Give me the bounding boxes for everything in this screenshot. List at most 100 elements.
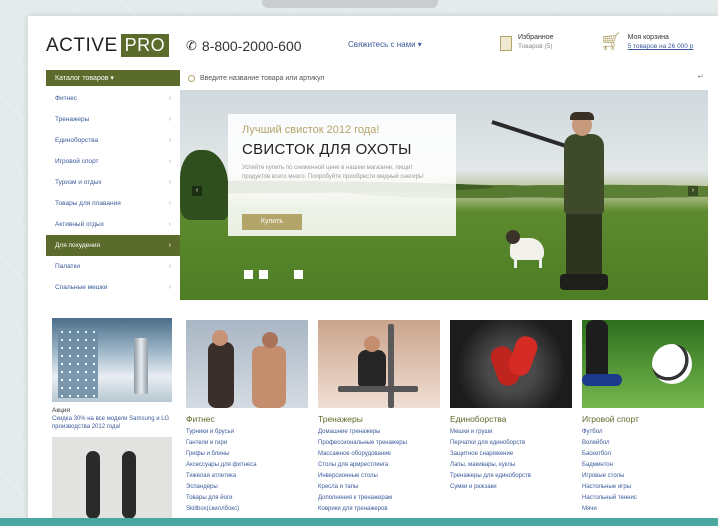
category-link[interactable]: Защитное снаряжение xyxy=(450,451,572,457)
category-link[interactable]: Профессиональные тренажеры xyxy=(318,440,440,446)
promo-bottle-image xyxy=(134,338,148,394)
sidebar-item-label: Единоборства xyxy=(55,137,99,144)
machine-bench xyxy=(338,386,418,392)
chevron-right-icon: › xyxy=(168,200,171,207)
sidebar-item-game-sport[interactable]: Игровой спорт › xyxy=(46,151,180,172)
soccer-ball xyxy=(652,344,692,384)
category-link[interactable]: Skillbox(скиллбокс) xyxy=(186,506,308,512)
sidebar-item-label: Фитнес xyxy=(55,95,78,102)
callback-link[interactable]: Свяжитесь с нами ▾ xyxy=(348,40,422,49)
category-image-martial-arts[interactable] xyxy=(450,320,572,408)
sidebar-item-active-rest[interactable]: Активный отдых › xyxy=(46,214,180,235)
sidebar-item-weight-loss[interactable]: Для похудения › xyxy=(46,235,180,256)
category-link[interactable]: Игровые столы xyxy=(582,473,704,479)
category-link[interactable]: Коврики для тренажеров xyxy=(318,506,440,512)
chevron-right-icon: › xyxy=(168,95,171,102)
category-title[interactable]: Тренажеры xyxy=(318,414,440,424)
sidebar-item-label: Тренажеры xyxy=(55,116,90,123)
side-promo[interactable]: Акция Скидка 30% на все модели Samsung и… xyxy=(52,318,172,521)
slider-dot[interactable] xyxy=(259,270,268,279)
chevron-right-icon: › xyxy=(168,158,171,165)
category-link[interactable]: Настольный теннис xyxy=(582,495,704,501)
cart-summary[interactable]: 5 товаров на 26 000 р xyxy=(628,43,694,50)
logo-badge: PRO xyxy=(120,34,170,57)
category-link[interactable]: Лапы, макивары, куклы xyxy=(450,462,572,468)
category-link[interactable]: Гантели и гири xyxy=(186,440,308,446)
cart[interactable]: 🛒︎ Моя корзина 5 товаров на 26 000 р xyxy=(600,32,694,51)
category-link[interactable]: Тяжелая атлетика xyxy=(186,473,308,479)
slider-next-button[interactable]: › xyxy=(688,186,698,196)
site-logo[interactable]: ACTIVE PRO xyxy=(46,34,170,57)
sidebar-item-martial-arts[interactable]: Единоборства › xyxy=(46,130,180,151)
category-link[interactable]: Домашние тренажеры xyxy=(318,429,440,435)
side-promo-image[interactable] xyxy=(52,318,172,402)
favorites-count: Товаров (5) xyxy=(518,43,553,50)
slider-dot[interactable] xyxy=(294,270,303,279)
category-card-martial-arts: Единоборства Мешки и груши Перчатки для … xyxy=(450,320,572,512)
category-link[interactable]: Бадминтон xyxy=(582,462,704,468)
category-link[interactable]: Эспандеры xyxy=(186,484,308,490)
figure-woman-head xyxy=(212,330,228,346)
sidebar-item-label: Палатки xyxy=(55,263,81,270)
sidebar-item-sleeping-bags[interactable]: Спальные мешки › xyxy=(46,277,180,298)
hero-hunter-body xyxy=(564,134,604,214)
device-frame-top xyxy=(262,0,438,8)
category-link[interactable]: Волейбол xyxy=(582,440,704,446)
chevron-right-icon: › xyxy=(168,242,171,249)
category-sidebar: Фитнес › Тренажеры › Единоборства › Игровой… xyxy=(46,88,180,298)
logo-text: ACTIVE xyxy=(46,34,118,56)
slider-dot[interactable] xyxy=(244,270,253,279)
player-leg xyxy=(586,320,608,382)
buy-button[interactable]: Купить xyxy=(242,214,302,230)
hero-promo-box: Лучший свисток 2012 года! СВИСТОК ДЛЯ ОХ… xyxy=(228,114,456,236)
catalog-button[interactable]: Каталог товаров ▾ xyxy=(46,70,180,86)
chevron-right-icon: › xyxy=(168,263,171,270)
category-link[interactable]: Столы для армрестлинга xyxy=(318,462,440,468)
hero-slider[interactable]: Лучший свисток 2012 года! СВИСТОК ДЛЯ ОХ… xyxy=(180,90,708,300)
category-link[interactable]: Сумки и рюкзаки xyxy=(450,484,572,490)
category-link[interactable]: Мешки и груши xyxy=(450,429,572,435)
category-link[interactable]: Перчатки для единоборств xyxy=(450,440,572,446)
category-link[interactable]: Инверсионные столы xyxy=(318,473,440,479)
category-link[interactable]: Кресла и тапы xyxy=(318,484,440,490)
boxing-glove-right xyxy=(505,333,541,379)
sidebar-item-tourism[interactable]: Туризм и отдых › xyxy=(46,172,180,193)
figure-man-head xyxy=(262,332,278,348)
category-link[interactable]: Тренажеры для единоборств xyxy=(450,473,572,479)
favorites[interactable]: Избранное Товаров (5) xyxy=(500,34,553,51)
search-submit-icon[interactable]: ↵ xyxy=(697,72,704,81)
category-card-fitness: Фитнес Турники и брусья Гантели и гири Г… xyxy=(186,320,308,512)
category-image-machines[interactable] xyxy=(318,320,440,408)
category-image-fitness[interactable] xyxy=(186,320,308,408)
category-link[interactable]: Настольные игры xyxy=(582,484,704,490)
sidebar-item-tents[interactable]: Палатки › xyxy=(46,256,180,277)
search-bar[interactable]: Введите название товара или артикул ↵ xyxy=(180,70,710,86)
category-title[interactable]: Игровой спорт xyxy=(582,414,704,424)
category-link[interactable]: Грифы и блины xyxy=(186,451,308,457)
category-link[interactable]: Мячи xyxy=(582,506,704,512)
sidebar-item-fitness[interactable]: Фитнес › xyxy=(46,88,180,109)
category-image-game-sport[interactable] xyxy=(582,320,704,408)
category-link[interactable]: Дополнения к тренажерам xyxy=(318,495,440,501)
category-title[interactable]: Фитнес xyxy=(186,414,308,424)
phone-number: ✆ 8-800-2000-600 xyxy=(186,38,302,54)
category-link[interactable]: Футбол xyxy=(582,429,704,435)
side-promo-image-2[interactable] xyxy=(52,437,172,521)
category-link[interactable]: Массажное оборудование xyxy=(318,451,440,457)
sidebar-item-machines[interactable]: Тренажеры › xyxy=(46,109,180,130)
hero-title: СВИСТОК ДЛЯ ОХОТЫ xyxy=(242,141,412,158)
favorites-title: Избранное xyxy=(518,34,554,41)
web-page: ACTIVE PRO ✆ 8-800-2000-600 Свяжитесь с … xyxy=(28,16,718,526)
slider-prev-button[interactable]: ‹ xyxy=(192,186,202,196)
hero-dog-legs xyxy=(514,258,542,268)
category-link[interactable]: Аксессуары для фитнеса xyxy=(186,462,308,468)
side-promo-description[interactable]: Скидка 30% на все модели Samsung и LG пр… xyxy=(52,415,172,431)
cart-icon: 🛒︎ xyxy=(600,32,622,51)
category-link[interactable]: Баскетбол xyxy=(582,451,704,457)
site-header: ACTIVE PRO ✆ 8-800-2000-600 Свяжитесь с … xyxy=(28,16,718,72)
category-title[interactable]: Единоборства xyxy=(450,414,572,424)
category-link[interactable]: Товары для йоги xyxy=(186,495,308,501)
sidebar-item-swimming[interactable]: Товары для плавания › xyxy=(46,193,180,214)
search-input[interactable]: Введите название товара или артикул xyxy=(200,75,325,82)
category-link[interactable]: Турники и брусья xyxy=(186,429,308,435)
